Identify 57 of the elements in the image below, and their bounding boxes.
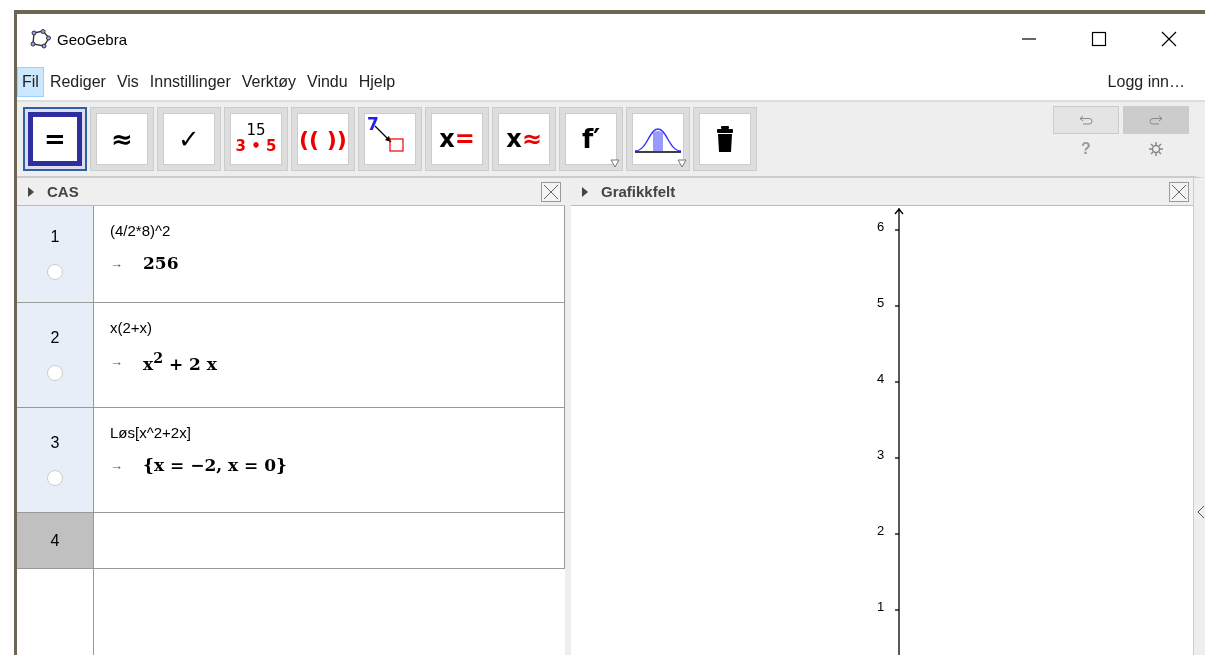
radio-button[interactable] (47, 470, 63, 486)
redo-icon (1149, 115, 1163, 125)
settings-icon[interactable] (1148, 141, 1164, 157)
collapse-triangle-icon[interactable] (27, 186, 35, 197)
arrow-glyph: → (110, 255, 123, 271)
view-title: CAS (47, 183, 79, 200)
maximize-icon[interactable] (1091, 31, 1107, 47)
output-expression: {x = −2, x = 0} (143, 455, 288, 475)
menu-item[interactable]: Vindu (302, 67, 353, 97)
row-header[interactable]: 3 (17, 408, 94, 512)
window-title: GeoGebra (57, 30, 128, 48)
trash-icon (715, 125, 735, 153)
tool-button[interactable] (626, 107, 690, 171)
tool-button[interactable]: (( )) (291, 107, 355, 171)
menu-item[interactable]: Rediger (44, 67, 111, 97)
input-expression: Løs[x^2+2x] (110, 424, 192, 441)
tool-button[interactable]: ✓ (157, 107, 221, 171)
collapse-triangle-icon[interactable] (581, 186, 589, 197)
axis-tick-label: 4 (877, 371, 885, 386)
close-icon[interactable] (1161, 31, 1177, 47)
radio-button[interactable] (47, 264, 63, 280)
tool-button[interactable] (693, 107, 757, 171)
menu-item[interactable]: Verktøy (236, 67, 302, 97)
row-number: 4 (50, 531, 60, 550)
axis-tick-label: 2 (877, 523, 885, 538)
row-number: 3 (50, 434, 60, 452)
axis-tick-label: 6 (877, 219, 885, 234)
axis-tick-label: 1 (877, 599, 885, 614)
arrow-glyph: → (110, 354, 123, 370)
tool-button[interactable]: x= (425, 107, 489, 171)
app-logo-icon (29, 29, 51, 49)
undo-icon (1079, 115, 1093, 125)
row-header[interactable]: 2 (17, 303, 94, 407)
menu-item[interactable]: Hjelp (353, 67, 401, 97)
axis-tick-label: 3 (877, 447, 885, 462)
row-header[interactable]: 1 (17, 206, 94, 302)
tool-button[interactable]: = (23, 107, 87, 171)
row-number: 2 (50, 329, 60, 347)
menu-item[interactable]: Innstillinger (144, 67, 236, 97)
menu-item[interactable]: Fil (17, 67, 44, 97)
input-expression: (4/2*8)^2 (110, 222, 172, 239)
tool-button[interactable]: x≈ (492, 107, 556, 171)
row-number: 1 (50, 228, 60, 246)
menu-item[interactable]: Vis (111, 67, 144, 97)
radio-button[interactable] (47, 365, 63, 381)
axis-tick-label: 5 (877, 295, 885, 310)
tool-button[interactable]: ≈ (90, 107, 154, 171)
output-expression: 256 (143, 253, 179, 273)
login-link[interactable]: Logg inn… (1107, 73, 1185, 91)
view-title: Grafikkfelt (601, 183, 676, 200)
tool-button[interactable]: f′ (559, 107, 623, 171)
arrow-glyph: → (110, 457, 123, 473)
tool-button[interactable]: 15 3 • 5 (224, 107, 288, 171)
output-expression: x$^{2}$ + 2 x (143, 350, 217, 374)
row-header[interactable]: 4 (17, 513, 94, 568)
tool-button[interactable]: 7 (358, 107, 422, 171)
input-expression: x(2+x) (110, 319, 154, 336)
